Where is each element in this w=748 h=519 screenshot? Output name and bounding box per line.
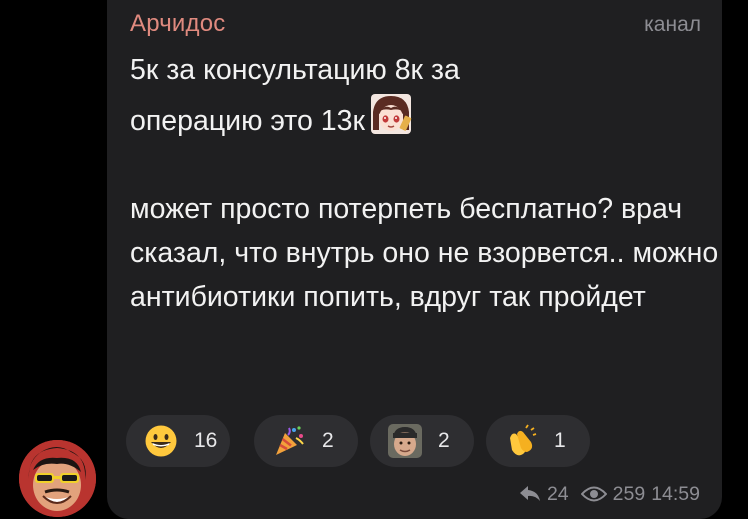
message-footer: 24 259 14:59 <box>519 481 700 507</box>
reaction-count: 2 <box>438 429 450 452</box>
message-line-1: 5к за консультацию 8к за <box>130 54 460 86</box>
chat-view: Арчидос канал 5к за консультацию 8к за о… <box>0 0 748 519</box>
reaction-clap[interactable]: 1 <box>486 415 590 467</box>
clapping-hands-emoji-icon <box>504 424 538 458</box>
views-count: 259 <box>612 482 646 505</box>
message-bubble[interactable]: Арчидос канал 5к за консультацию 8к за о… <box>107 0 722 519</box>
party-popper-emoji-icon <box>272 424 306 458</box>
message-line-2-text: операцию это 13к <box>130 105 365 137</box>
avatar[interactable] <box>19 440 96 517</box>
anime-girl-emoji-icon <box>369 92 413 136</box>
message-line-2: операцию это 13к <box>130 92 720 143</box>
reaction-custom-face[interactable]: 2 <box>370 415 474 467</box>
eye-icon <box>580 485 607 503</box>
reaction-grinning[interactable]: 16 <box>126 415 230 467</box>
channel-label: канал <box>644 13 701 36</box>
message-text: 5к за консультацию 8к за операцию это 13… <box>130 48 720 319</box>
reaction-count: 2 <box>322 429 334 452</box>
forward-icon <box>519 485 541 503</box>
custom-face-emoji-icon <box>388 424 422 458</box>
sender-name[interactable]: Арчидос <box>130 10 226 38</box>
reaction-count: 16 <box>194 429 218 452</box>
message-paragraph-2: может просто потерпеть бесплатно? врач с… <box>130 193 719 313</box>
forwards-count: 24 <box>546 482 569 505</box>
reaction-count: 1 <box>554 429 566 452</box>
message-time: 14:59 <box>651 482 700 505</box>
grinning-face-emoji-icon <box>144 424 178 458</box>
reaction-party[interactable]: 2 <box>254 415 358 467</box>
